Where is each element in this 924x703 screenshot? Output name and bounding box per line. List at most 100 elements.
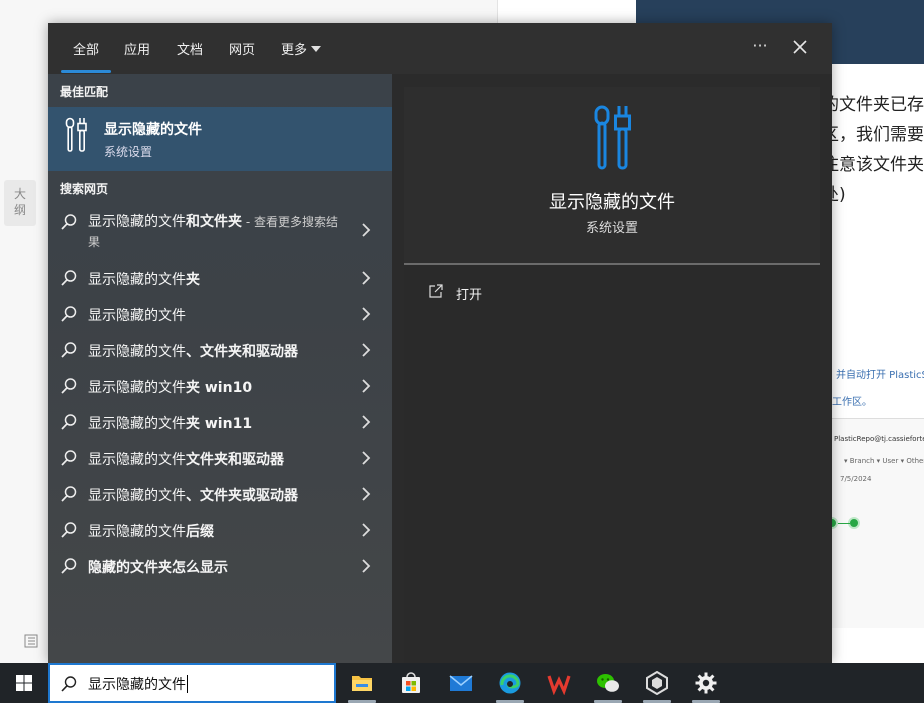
web-suggestion[interactable]: 隐藏的文件夹怎么显示 [48,548,392,584]
active-tab-indicator [61,70,111,73]
best-match-result[interactable]: 显示隐藏的文件 系统设置 [48,107,392,171]
taskbar-app-wps[interactable] [537,663,581,703]
web-suggestion[interactable]: 显示隐藏的文件、文件夹和驱动器 [48,332,392,368]
suggestion-prefix: 显示隐藏的文件 [88,308,186,324]
suggestion-prefix: 显示隐藏的文件 [88,214,186,230]
best-match-subtitle: 系统设置 [104,145,153,159]
suggestion-text: 隐藏的文件夹怎么显示 [88,557,228,577]
open-action[interactable]: 打开 [424,283,624,307]
search-icon [61,450,77,466]
taskbar-app-wechat[interactable] [586,663,630,703]
taskbar-app-mail[interactable] [439,663,483,703]
search-icon [61,522,77,538]
text-caret [187,675,188,693]
suggestion-prefix: 显示隐藏的文件 [88,488,186,504]
doc-screenshot-text: 7/5/2024 [840,475,872,483]
search-icon [61,378,77,394]
search-icon [61,676,77,692]
taskbar-app-settings[interactable] [684,663,728,703]
windows-search-panel: 全部 应用 文档 网页 更多 ··· 最佳匹配 显示隐藏的文件 系统设置 搜索网… [48,23,832,663]
microsoft-store-icon [402,672,420,693]
chevron-down-icon [311,46,322,52]
detail-title: 显示隐藏的文件 [549,192,675,213]
mail-icon [449,675,473,691]
outline-tab[interactable]: 大纲 [4,180,36,226]
detail-header: 显示隐藏的文件 系统设置 [404,87,820,265]
tab-more[interactable]: 更多 [281,39,322,58]
graph-edge [838,523,850,524]
tab-documents[interactable]: 文档 [177,39,203,58]
tab-apps[interactable]: 应用 [124,39,150,58]
tab-label: 更多 [281,43,308,58]
web-suggestion[interactable]: 显示隐藏的文件夹 win10 [48,368,392,404]
file-explorer-icon [352,676,372,691]
suggestion-prefix: 显示隐藏的文件 [88,416,186,432]
open-label: 打开 [456,288,483,303]
web-suggestion[interactable]: 显示隐藏的文件后缀 [48,512,392,548]
suggestion-prefix: 显示隐藏的文件 [88,344,186,360]
search-icon [61,270,77,286]
web-suggestion[interactable]: 显示隐藏的文件、文件夹或驱动器 [48,476,392,512]
suggestion-bold: 夹 win10 [186,380,253,396]
more-options-button[interactable]: ··· [748,35,772,59]
tab-all[interactable]: 全部 [73,39,99,58]
tab-label: 应用 [124,43,151,58]
edge-icon [499,672,521,694]
results-list: 最佳匹配 显示隐藏的文件 系统设置 搜索网页 显示隐藏的文件和文件夹 - 查看更… [48,74,392,663]
tab-label: 网页 [229,43,256,58]
close-icon [793,40,807,54]
search-input[interactable]: 显示隐藏的文件 [88,674,188,694]
suggestion-text: 显示隐藏的文件夹 win11 [88,413,252,433]
outline-list-icon[interactable] [24,634,40,650]
settings-tools-icon [594,105,631,170]
doc-line: 的文件夹已存 [822,95,924,115]
web-suggestion[interactable]: 显示隐藏的文件夹 win11 [48,404,392,440]
web-suggestion[interactable]: 显示隐藏的文件夹 [48,260,392,296]
suggestion-prefix: 显示隐藏的文件 [88,452,186,468]
search-web-heading: 搜索网页 [60,182,109,196]
suggestion-text: 显示隐藏的文件文件夹和驱动器 [88,449,284,469]
tab-label: 文档 [177,43,204,58]
suggestion-bold: 和文件夹 [186,214,242,230]
taskbar-app-store[interactable] [389,663,433,703]
search-icon [61,558,77,574]
close-button[interactable] [788,35,812,59]
suggestion-text: 显示隐藏的文件夹 [88,269,200,289]
search-icon [61,342,77,358]
settings-gear-icon [695,672,717,694]
taskbar-app-file-explorer[interactable] [340,663,384,703]
suggestion-bold: 夹 win11 [186,416,253,432]
suggestion-text: 显示隐藏的文件、文件夹和驱动器 [88,341,298,361]
suggestion-bold: 文件夹和驱动器 [186,452,284,468]
search-icon [61,306,77,322]
unity-icon [646,671,668,695]
search-icon [61,414,77,430]
chevron-right-icon [362,307,371,321]
best-match-heading: 最佳匹配 [60,85,109,99]
suggestion-bold: 夹 [186,272,200,288]
start-button[interactable] [0,663,48,703]
web-suggestion[interactable]: 显示隐藏的文件和文件夹 - 查看更多搜索结果 [48,204,392,256]
suggestion-text: 显示隐藏的文件后缀 [88,521,214,541]
outline-tab-label: 大纲 [13,187,26,217]
tab-web[interactable]: 网页 [229,39,255,58]
search-icon [61,486,77,502]
chevron-right-icon [362,271,371,285]
chevron-right-icon [362,451,371,465]
taskbar-search-box[interactable]: 显示隐藏的文件 [48,663,336,703]
suggestion-bold: 后缀 [186,524,214,540]
chevron-right-icon [362,415,371,429]
taskbar-app-edge[interactable] [488,663,532,703]
chevron-right-icon [362,343,371,357]
taskbar-app-unity[interactable] [635,663,679,703]
chevron-right-icon [362,379,371,393]
doc-screenshot: PlasticRepo@tj.cassiefortech@clo ▾ Branc… [826,418,924,628]
suggestion-bold: 、文件夹或驱动器 [186,488,298,504]
search-tab-bar: 全部 应用 文档 网页 更多 ··· [48,23,832,74]
suggestion-prefix: 显示隐藏的文件 [88,524,186,540]
suggestion-text: 显示隐藏的文件 [88,305,186,325]
settings-tools-icon [65,117,87,152]
web-suggestion[interactable]: 显示隐藏的文件 [48,296,392,332]
doc-small-text: 并自动打开 PlasticSC [836,370,924,381]
web-suggestion[interactable]: 显示隐藏的文件文件夹和驱动器 [48,440,392,476]
